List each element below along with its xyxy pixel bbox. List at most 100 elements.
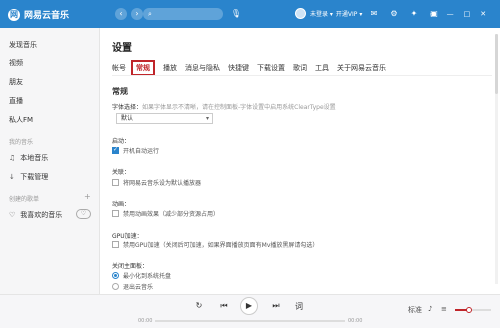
gpu-label: GPU加速：: [112, 233, 143, 240]
playlist-icon[interactable]: ≡: [441, 305, 447, 313]
tab-account[interactable]: 帐号: [112, 61, 126, 75]
history-nav: ‹ ›: [115, 8, 143, 20]
vip-link[interactable]: 开通VIP ▾: [336, 9, 362, 18]
font-select-value: 默认: [121, 115, 134, 122]
current-time: 00:00: [138, 318, 153, 324]
gpu-option-label: 禁用GPU加速（关闭后可加速，如果界面播放页面有Mv播放黑屏请勾选）: [123, 242, 319, 249]
association-option[interactable]: 将网易云音乐设为默认播放器: [112, 178, 201, 187]
volume-handle[interactable]: [466, 307, 473, 313]
window-controls: ▭ — □ ✕: [430, 9, 486, 19]
sidebar-item-downloads[interactable]: ↓ 下载管理: [9, 172, 48, 182]
sidebar-item-label: 下载管理: [20, 173, 49, 181]
lyrics-toggle[interactable]: 词: [293, 301, 305, 312]
close-icon[interactable]: ✕: [480, 9, 486, 19]
volume-slider[interactable]: [455, 307, 491, 313]
avatar[interactable]: [295, 8, 306, 19]
settings-gear-icon[interactable]: ⚙: [388, 8, 400, 20]
back-icon[interactable]: ‹: [115, 8, 127, 20]
previous-track-icon[interactable]: ⏮: [218, 301, 230, 311]
maximize-icon[interactable]: □: [464, 9, 471, 19]
microphone-icon[interactable]: 🎙: [230, 8, 242, 20]
tab-divider: [112, 75, 492, 76]
gpu-option[interactable]: 禁用GPU加速（关闭后可加速，如果界面播放页面有Mv播放黑屏请勾选）: [112, 240, 318, 249]
tab-playback[interactable]: 播放: [163, 61, 177, 75]
app-title: 网易云音乐: [24, 11, 70, 21]
tab-shortcuts[interactable]: 快捷键: [228, 61, 249, 75]
title-bar: 网 网易云音乐 ‹ › ⌕ 🎙 未登录 ▾ 开通VIP ▾ ✉ ⚙ ✦ ▣ ▭ …: [0, 0, 500, 28]
startup-option[interactable]: 开机自动运行: [112, 146, 159, 155]
my-music-heading: 我的音乐: [9, 139, 34, 146]
theme-icon[interactable]: ✦: [408, 8, 420, 20]
font-select[interactable]: 默认 ▾: [116, 113, 213, 124]
close-panel-label: 关闭主面板：: [112, 263, 149, 270]
disable-gpu-checkbox[interactable]: [112, 241, 119, 248]
sidebar-item-local-music[interactable]: ♫ 本地音乐: [9, 153, 48, 163]
tab-download[interactable]: 下载设置: [257, 61, 285, 75]
loop-mode-icon[interactable]: ↻: [193, 301, 205, 310]
font-setting-label: 字体选择：如果字体显示不清晰，请在控制面板-字体设置中启用系统ClearType…: [112, 102, 336, 111]
sidebar-item-favorites[interactable]: ♡ 我喜欢的音乐: [9, 210, 62, 220]
settings-tabs: 帐号 常规 播放 消息与隐私 快捷键 下载设置 歌词 工具 关于网易云音乐: [112, 60, 394, 76]
sidebar-item-live[interactable]: 直播: [9, 96, 23, 106]
animation-label: 动画：: [112, 201, 131, 208]
exit-app-radio[interactable]: [112, 283, 119, 290]
tab-about[interactable]: 关于网易云音乐: [337, 61, 386, 75]
font-hint: 如果字体显示不清晰，请在控制面板-字体设置中启用系统ClearType设置: [142, 104, 336, 111]
heartbeat-mode-button[interactable]: ♡: [76, 209, 91, 219]
search-icon[interactable]: ⌕: [148, 10, 152, 19]
sidebar-item-fm[interactable]: 私人FM: [9, 115, 33, 125]
startup-option-label: 开机自动运行: [123, 148, 160, 155]
association-option-label: 将网易云音乐设为默认播放器: [123, 180, 202, 187]
progress-bar[interactable]: [155, 320, 345, 322]
created-playlists-heading: 创建的歌单: [9, 196, 40, 203]
sidebar-item-label: 我喜欢的音乐: [20, 211, 63, 219]
play-button[interactable]: ▶: [240, 297, 258, 315]
search-input[interactable]: [154, 10, 215, 18]
sidebar-item-friends[interactable]: 朋友: [9, 77, 23, 87]
default-player-checkbox[interactable]: [112, 179, 119, 186]
sidebar-item-video[interactable]: 视频: [9, 58, 23, 68]
animation-option-label: 禁用动画效果（减少部分资源占用）: [123, 211, 220, 218]
search-box[interactable]: ⌕: [143, 8, 223, 20]
disable-animation-checkbox[interactable]: [112, 210, 119, 217]
username-link[interactable]: 未登录 ▾: [310, 9, 333, 18]
sidebar-item-label: 本地音乐: [20, 154, 49, 162]
association-label: 关联：: [112, 169, 131, 176]
chevron-down-icon: ▾: [205, 115, 209, 122]
next-track-icon[interactable]: ⏭: [270, 301, 282, 311]
minimize-to-tray-option[interactable]: 最小化到系统托盘: [112, 271, 171, 280]
tab-privacy[interactable]: 消息与隐私: [185, 61, 220, 75]
minimize-icon[interactable]: —: [447, 9, 454, 19]
heart-icon: ♡: [9, 211, 16, 219]
music-note-icon: ♫: [9, 154, 16, 162]
scrollbar-thumb[interactable]: [495, 34, 498, 94]
netease-logo-icon: 网: [8, 8, 20, 21]
sidebar: 发现音乐 视频 朋友 直播 私人FM 我的音乐 ♫ 本地音乐 ↓ 下载管理 创建…: [0, 28, 100, 294]
message-icon[interactable]: ✉: [368, 8, 380, 20]
download-icon: ↓: [9, 173, 15, 181]
startup-checkbox[interactable]: [112, 146, 119, 154]
font-label: 字体选择：: [112, 104, 143, 111]
settings-panel: 设置 帐号 常规 播放 消息与隐私 快捷键 下载设置 歌词 工具 关于网易云音乐…: [101, 28, 500, 294]
mini-player-icon[interactable]: ▭: [430, 9, 437, 19]
startup-label: 启动：: [112, 138, 131, 145]
forward-icon[interactable]: ›: [131, 8, 143, 20]
quality-button[interactable]: 标准: [408, 305, 422, 315]
tab-lyrics[interactable]: 歌词: [293, 61, 307, 75]
animation-option[interactable]: 禁用动画效果（减少部分资源占用）: [112, 209, 219, 218]
tab-general[interactable]: 常规: [131, 60, 155, 76]
tab-tools[interactable]: 工具: [315, 61, 329, 75]
page-title: 设置: [112, 43, 132, 54]
player-bar: ↻ ⏮ ▶ ⏭ 词 00:00 00:00 标准 ♪ ≡: [0, 294, 500, 328]
exit-app-label: 退出云音乐: [123, 284, 154, 291]
app-logo[interactable]: 网 网易云音乐: [8, 8, 69, 21]
minimize-to-tray-label: 最小化到系统托盘: [123, 273, 172, 280]
user-area[interactable]: 未登录 ▾ 开通VIP ▾: [295, 8, 362, 19]
exit-app-option[interactable]: 退出云音乐: [112, 282, 153, 291]
minimize-to-tray-radio[interactable]: [112, 272, 119, 279]
sound-effect-icon[interactable]: ♪: [428, 305, 432, 313]
add-playlist-icon[interactable]: +: [84, 192, 91, 201]
total-time: 00:00: [348, 318, 363, 324]
sidebar-item-discover[interactable]: 发现音乐: [9, 40, 37, 50]
settings-scrollbar[interactable]: [495, 34, 498, 284]
